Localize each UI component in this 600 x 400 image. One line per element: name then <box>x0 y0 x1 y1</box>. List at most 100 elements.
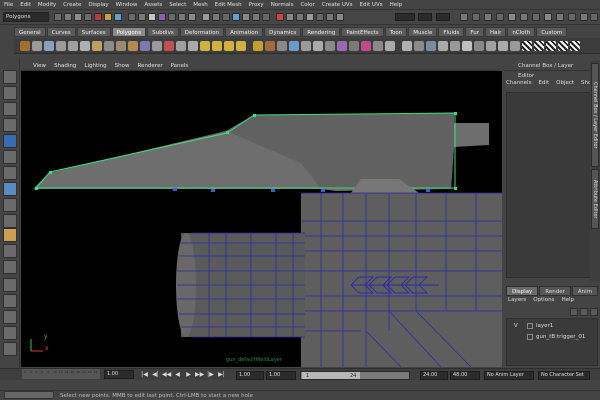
viewport-menu-lighting[interactable]: Lighting <box>84 63 106 69</box>
layer-tab-render[interactable]: Render <box>539 286 571 296</box>
status-icon[interactable] <box>232 13 240 21</box>
menu-assets[interactable]: Assets <box>144 2 162 8</box>
shelf-tool-icon[interactable] <box>224 41 234 51</box>
menu-normals[interactable]: Normals <box>271 2 294 8</box>
shelf-tool-icon[interactable] <box>20 41 30 51</box>
status-icon[interactable] <box>222 13 230 21</box>
status-icon[interactable] <box>54 13 62 21</box>
playback-button[interactable]: ◀ <box>173 370 182 379</box>
layout-icon-icon[interactable] <box>3 326 17 340</box>
status-icon[interactable] <box>520 13 528 21</box>
shelf-tool-icon[interactable] <box>188 41 198 51</box>
viewport-menu-renderer[interactable]: Renderer <box>137 63 162 69</box>
status-icon[interactable] <box>262 13 270 21</box>
shelf-tool-icon[interactable] <box>164 41 174 51</box>
shelf-tab-deformation[interactable]: Deformation <box>179 27 225 37</box>
status-input-field[interactable] <box>418 13 432 21</box>
last-tool-icon[interactable] <box>3 214 17 228</box>
status-icon[interactable] <box>64 13 72 21</box>
persp-outliner-layout-icon[interactable] <box>3 260 17 274</box>
current-frame-field[interactable]: 1.00 <box>104 370 134 379</box>
shelf-tool-icon[interactable] <box>92 41 102 51</box>
shelf-tool-icon[interactable] <box>349 41 359 51</box>
status-icon[interactable] <box>252 13 260 21</box>
menu-edit[interactable]: Edit <box>20 2 31 8</box>
status-input-field[interactable] <box>395 13 415 21</box>
playback-button[interactable]: |▶ <box>206 370 215 379</box>
shelf-tool-icon[interactable] <box>44 41 54 51</box>
menu-set-selector[interactable]: Polygons <box>3 12 49 22</box>
shelf-tool-icon[interactable] <box>104 41 114 51</box>
viewport-panel[interactable]: y x gun_defaultWeldLayer <box>21 71 502 367</box>
shelf-tool-icon[interactable] <box>56 41 66 51</box>
side-tab-channel-box[interactable]: Channel Box / Layer Editor <box>591 63 599 167</box>
status-icon[interactable] <box>556 13 564 21</box>
status-icon[interactable] <box>188 13 196 21</box>
layer-menu-layers[interactable]: Layers <box>508 297 526 306</box>
select-tool-icon[interactable] <box>3 70 17 84</box>
playback-button[interactable]: |◀ <box>140 370 149 379</box>
range-start-field[interactable]: 1.00 <box>236 371 264 380</box>
command-line-button[interactable] <box>4 391 54 399</box>
layout-icon-icon[interactable] <box>3 310 17 324</box>
shelf-tool-icon[interactable] <box>277 41 287 51</box>
shelf-tool-icon[interactable] <box>212 41 222 51</box>
shelf-tool-icon[interactable] <box>546 41 556 51</box>
layer-row[interactable]: Vlayer1 <box>508 321 598 331</box>
layout-icon-icon[interactable] <box>3 342 17 356</box>
shelf-tab-animation[interactable]: Animation <box>225 27 264 37</box>
status-icon[interactable] <box>568 13 576 21</box>
shelf-tool-icon[interactable] <box>426 41 436 51</box>
shelf-tool-icon[interactable] <box>462 41 472 51</box>
new-layer-selected-icon[interactable] <box>580 308 588 316</box>
status-icon[interactable] <box>148 13 156 21</box>
anim-layer-select[interactable]: No Anim Layer <box>484 371 534 380</box>
channel-box-menu-object[interactable]: Object <box>556 80 574 89</box>
status-icon[interactable] <box>286 13 294 21</box>
shelf-tab-dynamics[interactable]: Dynamics <box>264 27 302 37</box>
menu-create[interactable]: Create <box>63 2 81 8</box>
status-icon[interactable] <box>178 13 186 21</box>
move-tool-icon[interactable] <box>3 118 17 132</box>
shelf-tool-icon[interactable] <box>236 41 246 51</box>
menu-proxy[interactable]: Proxy <box>249 2 264 8</box>
menu-display[interactable]: Display <box>88 2 108 8</box>
status-icon[interactable] <box>296 13 304 21</box>
menu-create-uvs[interactable]: Create UVs <box>322 2 353 8</box>
layer-tab-anim[interactable]: Anim <box>571 286 599 296</box>
status-icon[interactable] <box>84 13 92 21</box>
playback-button[interactable]: ◀| <box>151 370 160 379</box>
shelf-tool-icon[interactable] <box>140 41 150 51</box>
shelf-tool-icon[interactable] <box>313 41 323 51</box>
channel-box-area[interactable] <box>506 92 598 278</box>
status-icon[interactable] <box>472 13 480 21</box>
shelf-tool-icon[interactable] <box>80 41 90 51</box>
menu-select[interactable]: Select <box>169 2 186 8</box>
layout-icon-icon[interactable] <box>3 278 17 292</box>
layout-icon-icon[interactable] <box>3 294 17 308</box>
shelf-tab-rendering[interactable]: Rendering <box>302 27 341 37</box>
menu-edit-uvs[interactable]: Edit UVs <box>360 2 383 8</box>
status-icon[interactable] <box>306 13 314 21</box>
status-icon[interactable] <box>212 13 220 21</box>
playback-button[interactable]: ▶▶ <box>195 370 204 379</box>
menu-window[interactable]: Window <box>116 2 138 8</box>
shelf-tab-curves[interactable]: Curves <box>46 27 76 37</box>
shelf-tab-fur[interactable]: Fur <box>465 27 485 37</box>
shelf-tool-icon[interactable] <box>450 41 460 51</box>
new-layer-icon[interactable] <box>570 308 578 316</box>
shelf-tool-icon[interactable] <box>486 41 496 51</box>
four-view-layout-icon[interactable] <box>3 244 17 258</box>
show-manip-tool-icon[interactable] <box>3 198 17 212</box>
paint-select-tool-icon[interactable] <box>3 102 17 116</box>
status-icon[interactable] <box>158 13 166 21</box>
status-icon[interactable] <box>168 13 176 21</box>
time-ruler[interactable]: 1 2 4 6 8 10 12 14 16 18 20 22 24 <box>22 369 100 379</box>
shelf-tab-general[interactable]: General <box>14 27 46 37</box>
shelf-tool-icon[interactable] <box>373 41 383 51</box>
shelf-tool-icon[interactable] <box>200 41 210 51</box>
layer-menu-options[interactable]: Options <box>533 297 554 306</box>
shelf-tool-icon[interactable] <box>522 41 532 51</box>
range-inner-end-field[interactable]: 24.00 <box>420 371 448 380</box>
shelf-tool-icon[interactable] <box>385 41 395 51</box>
